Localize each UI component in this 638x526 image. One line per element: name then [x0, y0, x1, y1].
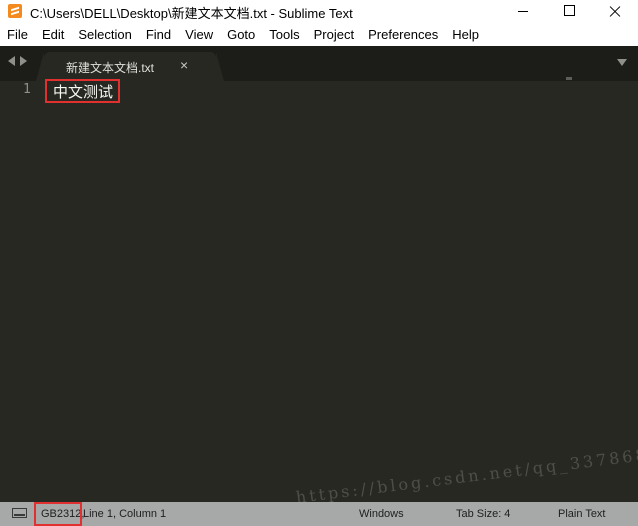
menu-find[interactable]: Find [139, 27, 178, 42]
tab-close-icon[interactable]: × [180, 57, 188, 73]
menu-file[interactable]: File [0, 27, 35, 42]
minimize-button[interactable] [500, 0, 546, 23]
minimap-marker [566, 77, 572, 80]
tab-label: 新建文本文档.txt [66, 61, 155, 75]
menu-help[interactable]: Help [445, 27, 486, 42]
close-button[interactable] [592, 0, 638, 23]
menu-view[interactable]: View [178, 27, 220, 42]
tab-dropdown-icon[interactable] [617, 59, 627, 66]
tab-file[interactable]: 新建文本文档.txt × [44, 52, 216, 81]
maximize-button[interactable] [546, 0, 592, 23]
arrow-left-icon[interactable] [8, 56, 15, 66]
menu-edit[interactable]: Edit [35, 27, 71, 42]
tab-bar: 新建文本文档.txt × [0, 46, 638, 81]
menu-tools[interactable]: Tools [262, 27, 306, 42]
panel-toggle-icon[interactable] [12, 508, 27, 518]
status-tab-size[interactable]: Tab Size: 4 [456, 508, 510, 520]
menu-preferences[interactable]: Preferences [361, 27, 445, 42]
highlight-box [45, 79, 120, 103]
line-number: 1 [23, 82, 31, 97]
menu-goto[interactable]: Goto [220, 27, 262, 42]
menu-bar: File Edit Selection Find View Goto Tools… [0, 23, 638, 46]
window-title: C:\Users\DELL\Desktop\新建文本文档.txt - Subli… [30, 6, 353, 21]
title-bar: C:\Users\DELL\Desktop\新建文本文档.txt - Subli… [0, 0, 638, 23]
editor-area[interactable]: 1 中文测试 [0, 77, 638, 501]
status-syntax[interactable]: Plain Text [558, 508, 606, 520]
status-position: Line 1, Column 1 [83, 508, 167, 520]
status-line-endings[interactable]: Windows [359, 508, 404, 520]
arrow-right-icon[interactable] [20, 56, 27, 66]
status-bar: GB2312, Line 1, Column 1 Windows Tab Siz… [0, 502, 638, 526]
menu-project[interactable]: Project [307, 27, 361, 42]
sublime-text-icon [8, 4, 22, 18]
encoding-highlight-box [34, 502, 82, 526]
menu-selection[interactable]: Selection [71, 27, 138, 42]
